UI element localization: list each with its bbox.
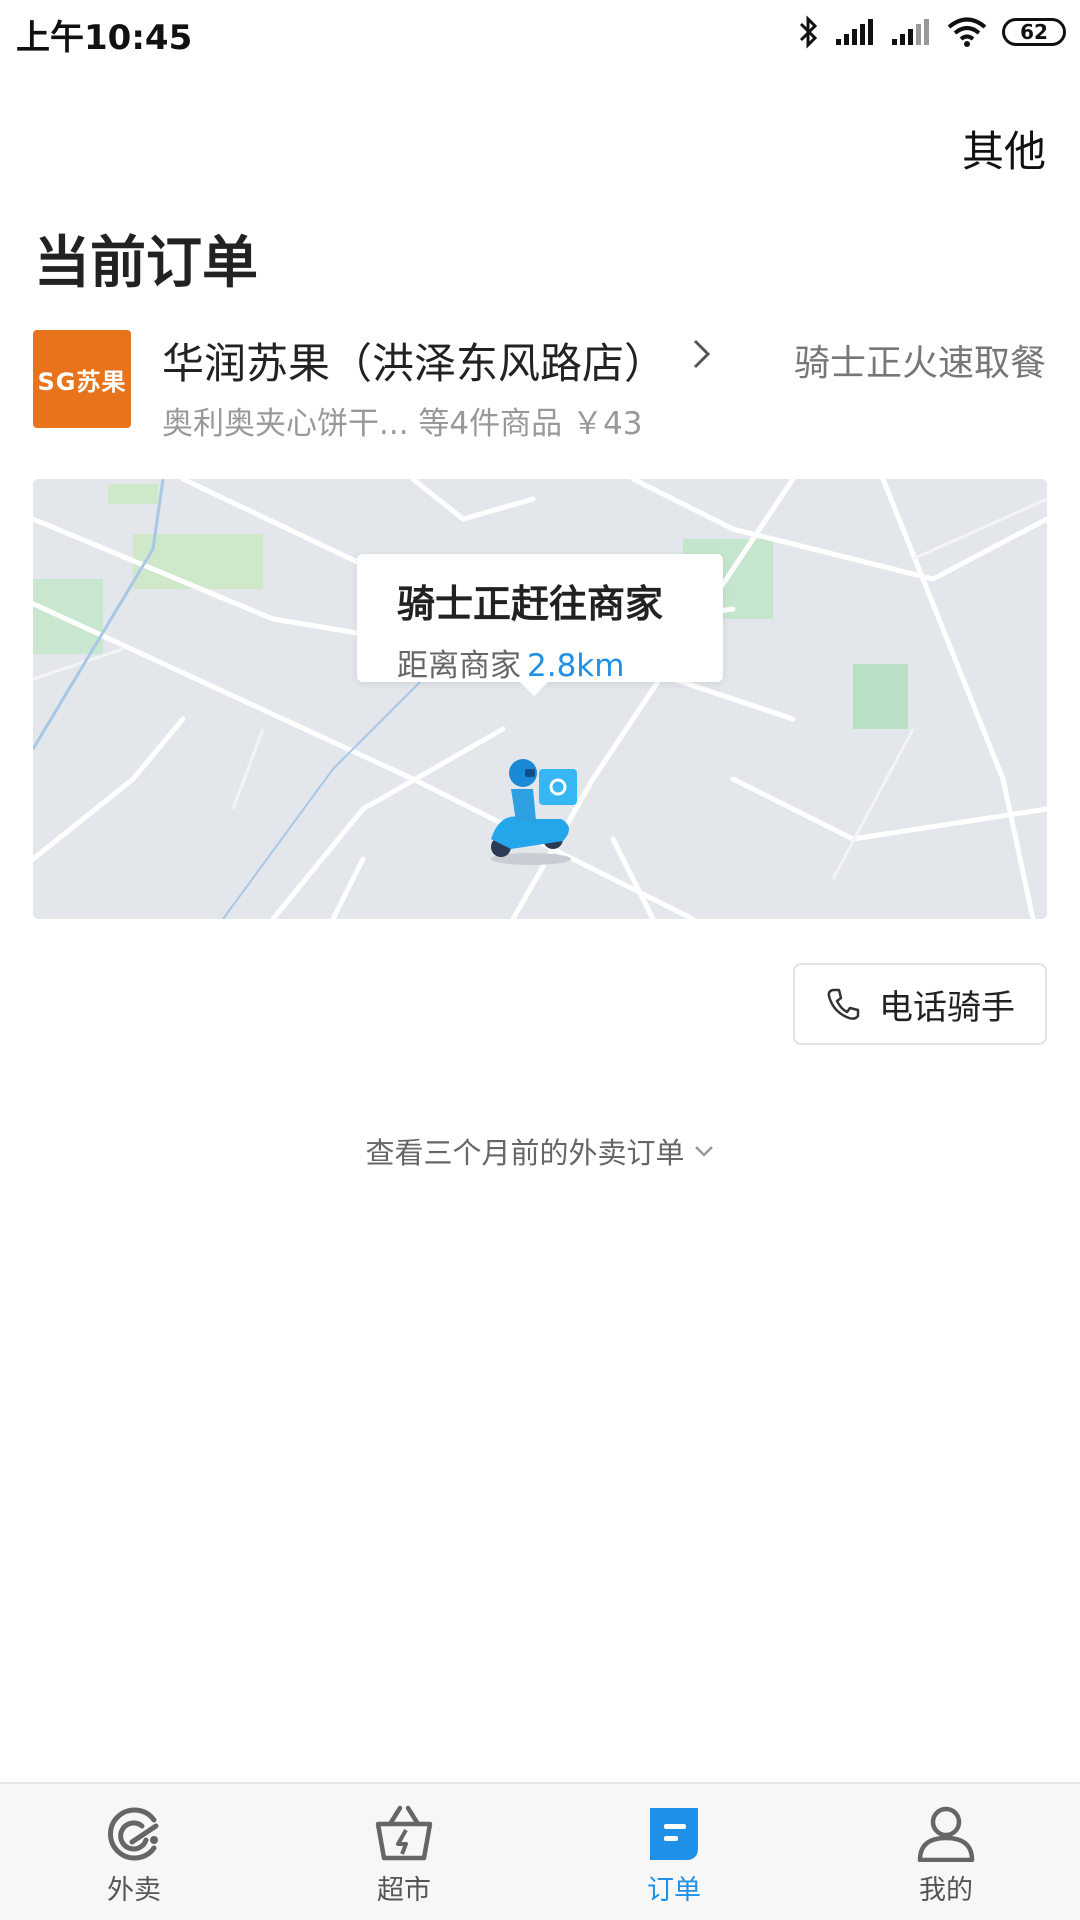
order-status: 骑士正火速取餐: [793, 343, 1046, 384]
delivery-map[interactable]: 骑士正赶往商家 距离商家 2.8km: [33, 479, 1047, 919]
popup-title: 骑士正赶往商家: [397, 582, 664, 626]
phone-icon: [827, 988, 860, 1020]
call-rider-button[interactable]: 电话骑手: [793, 963, 1047, 1045]
status-icons: 62: [798, 12, 1066, 52]
nav-label-takeout: 外卖: [107, 1875, 161, 1906]
battery-level: 62: [1020, 20, 1048, 44]
takeout-icon: [108, 1807, 159, 1861]
status-time: 上午10:45: [16, 18, 193, 58]
history-orders-label: 查看三个月前的外卖订单: [365, 1136, 685, 1170]
nav-item-supermarket[interactable]: 超市: [334, 1804, 474, 1907]
nav-item-profile[interactable]: 我的: [876, 1804, 1016, 1907]
store-logo[interactable]: SG苏果: [33, 330, 131, 428]
signal-icon: [836, 19, 873, 45]
rider-status-popup: 骑士正赶往商家 距离商家 2.8km: [357, 554, 723, 696]
popup-distance-value: 2.8km: [527, 648, 625, 684]
history-orders-link-row: 查看三个月前的外卖订单: [0, 1130, 1080, 1172]
signal-icon-2: [892, 19, 929, 45]
call-rider-label: 电话骑手: [879, 987, 1015, 1028]
chevron-right-icon[interactable]: [690, 336, 714, 372]
basket-icon: [375, 1805, 433, 1861]
order-icon: [650, 1808, 698, 1860]
battery-icon: 62: [1002, 18, 1066, 46]
popup-distance: 距离商家 2.8km: [397, 640, 723, 685]
wifi-icon: [947, 17, 987, 47]
popup-distance-label: 距离商家: [397, 648, 521, 684]
chevron-down-icon: [694, 1146, 713, 1157]
more-link[interactable]: 其他: [962, 118, 1046, 179]
bluetooth-icon: [799, 15, 818, 49]
history-orders-link[interactable]: 查看三个月前的外卖订单: [365, 1130, 714, 1172]
nav-label-supermarket: 超市: [377, 1875, 431, 1906]
nav-item-orders[interactable]: 订单: [604, 1804, 744, 1907]
nav-item-takeout[interactable]: 外卖: [64, 1804, 204, 1907]
status-bar: 上午10:45 62: [0, 0, 1080, 64]
nav-label-orders: 订单: [647, 1875, 701, 1906]
order-summary[interactable]: 奥利奥夹心饼干... 等4件商品 ￥43: [162, 398, 642, 443]
bottom-nav: 外卖 超市 订单 我的: [0, 1782, 1080, 1920]
nav-label-profile: 我的: [919, 1875, 973, 1906]
rider-scooter-icon: [491, 759, 577, 865]
store-name[interactable]: 华润苏果（洪泽东风路店）: [162, 330, 666, 391]
store-logo-text: SG苏果: [37, 367, 127, 396]
profile-icon: [917, 1806, 975, 1862]
page-title: 当前订单: [34, 231, 258, 296]
